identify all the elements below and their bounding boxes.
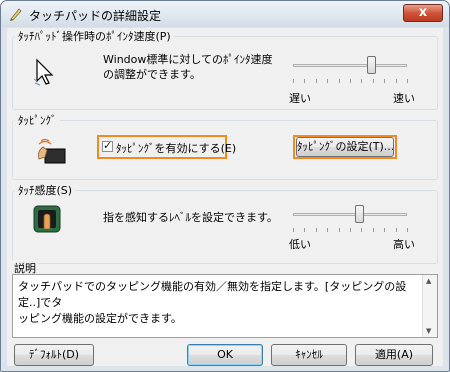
slider-tick	[407, 228, 408, 232]
pointer-speed-description: Window標準に対してのﾎﾟｲﾝﾀ速度 の調整ができます。	[103, 52, 273, 82]
explanation-text-line1: タッチパッドでのタッピング機能の有効／無効を指定します。[タッピングの設定..]…	[18, 280, 407, 309]
apply-button[interactable]: 適用(A)	[355, 344, 433, 366]
slider-tick	[350, 228, 351, 232]
slider-tick	[384, 79, 386, 83]
explanation-text-line2: ッピング機能の設定ができます。	[18, 312, 182, 325]
pointer-speed-group: ﾀｯﾁﾊﾟｯﾄﾞ操作時のﾎﾟｲﾝﾀ速度(P) Window標準に対してのﾎﾟｲﾝ…	[12, 28, 438, 110]
mouse-pointer-icon	[33, 58, 54, 86]
pointer-speed-group-label: ﾀｯﾁﾊﾟｯﾄﾞ操作時のﾎﾟｲﾝﾀ速度(P)	[15, 28, 174, 44]
sensitivity-group: ﾀｯﾁ感度(S) 指を感知するﾚﾍﾞﾙを設定できます。 低い 高い	[12, 182, 438, 264]
slider-tick	[315, 228, 317, 232]
close-icon: x	[418, 5, 428, 20]
pen-icon	[10, 8, 22, 21]
pointer-speed-description-line2: の調整ができます。	[103, 68, 201, 81]
slider-tick	[361, 79, 363, 83]
scroll-up-icon[interactable]: ▲	[426, 277, 431, 285]
slider-tick	[384, 228, 386, 232]
slider-tick	[327, 79, 329, 83]
tapping-group: ﾀｯﾋﾟﾝｸﾞ ✓ ﾀｯﾋﾟﾝｸﾞを有効にする(E) ﾀｯﾋﾟﾝｸﾞの設定(T)…	[12, 112, 438, 180]
slider-tick	[372, 79, 374, 83]
ok-button[interactable]: OK	[187, 344, 263, 366]
slider-tick	[304, 228, 306, 232]
slider-tick	[327, 228, 329, 232]
checkmark-icon: ✓	[103, 139, 113, 152]
fast-label: 速い	[393, 92, 415, 105]
pointer-speed-slider-track[interactable]	[293, 64, 407, 67]
tapping-settings-button[interactable]: ﾀｯﾋﾟﾝｸﾞの設定(T)...	[296, 137, 394, 157]
slider-tick	[350, 79, 351, 83]
tapping-icon	[38, 138, 66, 164]
slow-label: 遅い	[289, 92, 311, 105]
high-label: 高い	[393, 238, 415, 251]
slider-tick	[407, 79, 408, 83]
slider-tick	[372, 228, 374, 232]
pointer-speed-description-line1: Window標準に対してのﾎﾟｲﾝﾀ速度	[103, 53, 273, 66]
dialog-content: ﾀｯﾁﾊﾟｯﾄﾞ操作時のﾎﾟｲﾝﾀ速度(P) Window標準に対してのﾎﾟｲﾝ…	[7, 28, 443, 366]
window-title: タッチパッドの詳細設定	[29, 9, 162, 23]
slider-tick	[315, 79, 317, 83]
slider-tick	[304, 79, 306, 83]
pointer-speed-slider-thumb[interactable]	[366, 56, 376, 74]
slider-tick	[293, 228, 294, 232]
scroll-down-icon[interactable]: ▼	[426, 327, 431, 335]
explanation-textbox[interactable]: タッチパッドでのタッピング機能の有効／無効を指定します。[タッピングの設定..]…	[12, 274, 438, 338]
slider-tick	[293, 79, 294, 83]
explanation-scrollbar[interactable]: ▲ ▼	[422, 275, 437, 337]
explanation-text: タッチパッドでのタッピング機能の有効／無効を指定します。[タッピングの設定..]…	[18, 279, 418, 327]
close-button[interactable]: x	[403, 4, 443, 22]
tapping-group-label: ﾀｯﾋﾟﾝｸﾞ	[15, 112, 60, 128]
slider-tick	[338, 228, 340, 232]
default-button[interactable]: ﾃﾞﾌｫﾙﾄ(D)	[14, 344, 94, 366]
sensitivity-description: 指を感知するﾚﾍﾞﾙを設定できます。	[103, 211, 278, 224]
enable-tapping-label[interactable]: ﾀｯﾋﾟﾝｸﾞを有効にする(E)	[116, 140, 236, 156]
low-label: 低い	[289, 238, 311, 251]
slider-tick	[361, 228, 363, 232]
enable-tapping-checkbox[interactable]: ✓ ﾀｯﾋﾟﾝｸﾞを有効にする(E)	[102, 139, 236, 155]
title-bar[interactable]: タッチパッドの詳細設定 x	[1, 1, 449, 27]
sensitivity-slider-thumb[interactable]	[355, 205, 365, 223]
slider-tick	[395, 228, 397, 232]
explanation-group: 説明 タッチパッドでのタッピング機能の有効／無効を指定します。[タッピングの設定…	[11, 260, 438, 338]
dialog-window: タッチパッドの詳細設定 x ﾀｯﾁﾊﾟｯﾄﾞ操作時のﾎﾟｲﾝﾀ速度(P) Win…	[0, 0, 450, 372]
slider-tick	[338, 79, 340, 83]
enable-tapping-checkbox-box[interactable]: ✓	[102, 139, 113, 152]
sensitivity-slider-track[interactable]	[293, 213, 407, 216]
slider-tick	[395, 79, 397, 83]
sensitivity-icon	[33, 205, 61, 233]
cancel-button[interactable]: ｷｬﾝｾﾙ	[271, 344, 347, 366]
sensitivity-group-label: ﾀｯﾁ感度(S)	[15, 182, 76, 198]
